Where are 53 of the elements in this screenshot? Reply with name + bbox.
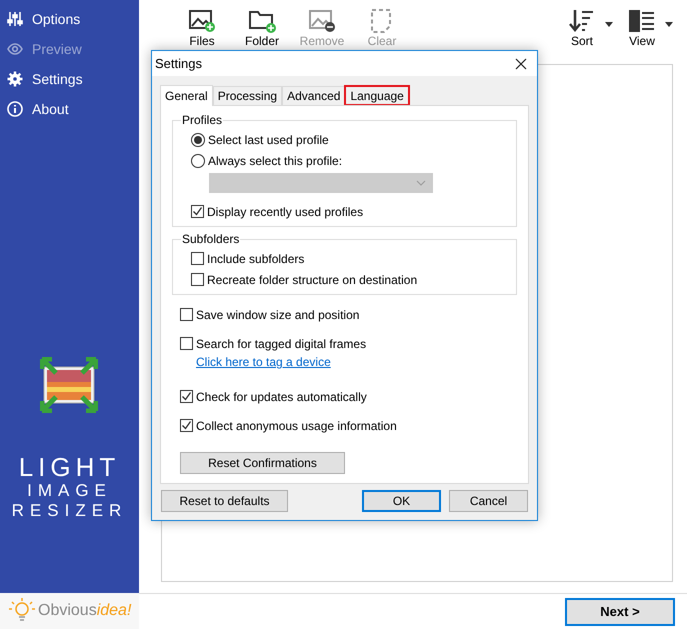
sliders-icon [7,11,23,27]
tab[interactable]: General [160,85,213,106]
checkbox-label: Include subfolders [207,250,304,268]
checkbox-label: Save window size and position [196,306,360,324]
toolbar-button[interactable]: View [619,8,679,48]
image-remove-icon [307,8,337,34]
folder-add-icon [247,8,277,34]
info-icon [7,101,23,117]
checkbox[interactable] [191,205,204,218]
checkbox[interactable] [191,252,204,265]
caret-icon [605,22,613,27]
radio-label: Select last used profile [208,132,329,148]
image-add-icon [187,8,217,34]
dialog-button[interactable]: OK [362,490,441,512]
next-button[interactable]: Next > [565,598,675,626]
tab[interactable]: Language [345,86,409,105]
checkbox-label: Recreate folder structure on destination [207,272,418,288]
checkbox-label: Check for updates automatically [196,388,367,406]
tab[interactable]: Processing [212,86,282,105]
checkbox-label: Collect anonymous usage information [196,418,397,434]
radio-label: Always select this profile: [208,152,342,170]
close-icon [515,58,527,70]
tab[interactable]: Advanced [282,86,346,105]
logo-icon [40,357,98,413]
tag-device-link[interactable]: Click here to tag a device [196,354,331,370]
chevron-down-icon [416,180,426,186]
dialog-button[interactable]: Reset to defaults [161,490,288,512]
toolbar-button[interactable]: Folder [232,8,292,48]
checkbox[interactable] [180,390,193,403]
brand-logo-text: Obviousidea! [38,601,132,621]
radio-button[interactable] [191,154,205,168]
toolbar-button[interactable]: Sort [559,8,619,48]
checkbox-label: Search for tagged digital frames [196,336,366,352]
dialog-title: Settings [155,54,202,73]
checkbox[interactable] [180,308,193,321]
dialog-button[interactable]: Cancel [449,490,528,512]
checkbox[interactable] [180,337,193,350]
logo-text: RESIZER [12,501,128,521]
eye-icon [7,41,23,57]
sidebar-item[interactable]: Options [0,4,80,34]
checkbox[interactable] [180,419,193,432]
checkbox-label: Display recently used profiles [207,204,364,220]
gear-icon [7,71,23,87]
caret-icon [665,22,673,27]
radio-button[interactable] [191,132,205,146]
logo-text: IMAGE [27,481,112,501]
sidebar-item[interactable]: Settings [0,64,83,94]
reset-confirmations-button[interactable]: Reset Confirmations [180,452,345,474]
sidebar-item[interactable]: About [0,94,69,124]
toolbar-button[interactable]: Files [172,8,232,48]
checkbox[interactable] [191,273,204,286]
logo-text: LIGHT [18,453,120,481]
view-icon [627,8,657,34]
